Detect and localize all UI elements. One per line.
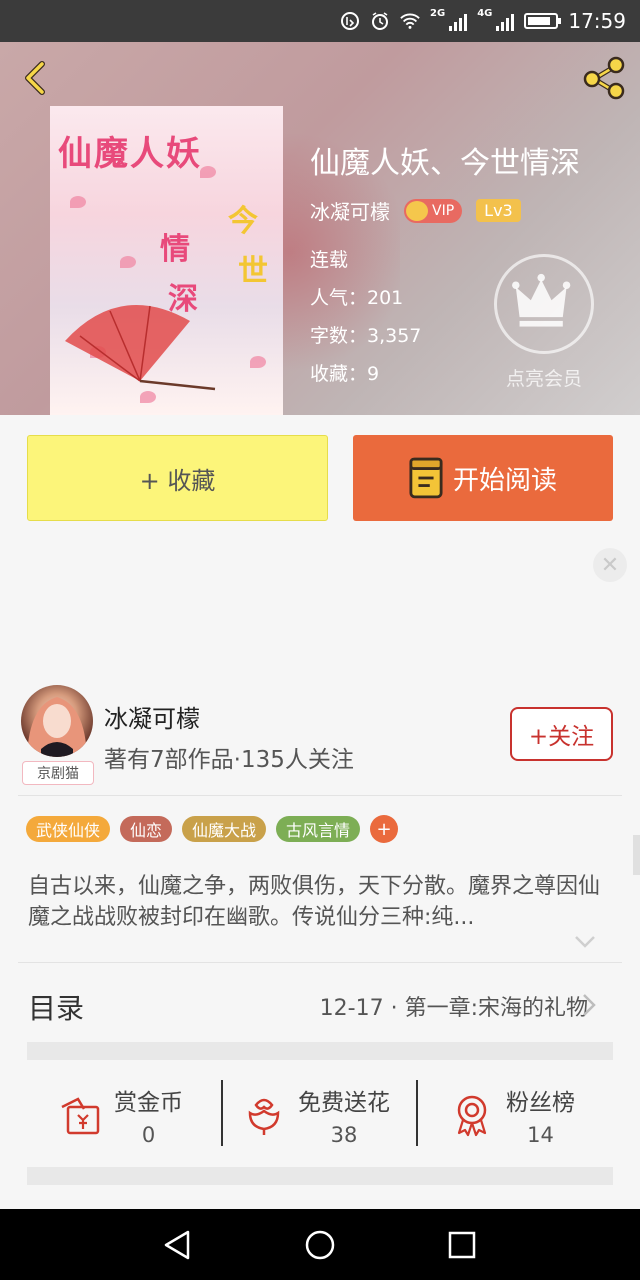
favorites-count: 收藏：9 [310, 363, 380, 385]
vip-badge: VIP [404, 198, 463, 223]
divider [416, 1080, 418, 1146]
popularity: 人气：201 [310, 287, 404, 309]
genre-tag[interactable]: 仙恋 [120, 816, 173, 842]
genre-tag[interactable]: 武侠仙侠 [26, 816, 111, 842]
stat-value: 0 [141, 1123, 156, 1147]
serial-status: 连载 [310, 249, 349, 271]
divider [18, 962, 622, 963]
toc-label[interactable]: 目录 [28, 987, 84, 1027]
section-separator [27, 1167, 613, 1185]
genre-tags: 武侠仙侠 仙恋 仙魔大战 古风言情 + [26, 815, 399, 843]
nav-recents-icon[interactable] [448, 1231, 476, 1259]
cover-char: 今 [228, 204, 258, 239]
nav-home-icon[interactable] [304, 1229, 336, 1261]
stat-value: 14 [527, 1123, 554, 1147]
share-icon[interactable] [580, 54, 628, 102]
author-stats: 著有7部作品·135人关注 [104, 747, 354, 773]
section-separator [27, 1042, 613, 1060]
reward-coin-button[interactable]: 赏金币 0 [58, 1080, 183, 1150]
signal-icon-2 [496, 11, 515, 31]
wifi-icon [400, 13, 420, 29]
chevron-right-icon[interactable] [582, 993, 596, 1017]
signal-icon [449, 11, 468, 31]
author-badge: 京剧猫 [22, 761, 94, 785]
book-detail-content: + 收藏 开始阅读 ✕ 京剧猫 冰凝可檬 著有7部作品·135人关注 +关注 武… [0, 415, 640, 1209]
back-icon[interactable] [16, 58, 56, 98]
member-label: 点亮会员 [505, 368, 582, 390]
book-cover[interactable]: 仙魔人妖 今 世 情 深 [50, 106, 283, 415]
collect-button[interactable]: + 收藏 [27, 435, 328, 521]
book-title: 仙魔人妖、今世情深 [310, 146, 580, 181]
network-type-label-2: 4G [477, 8, 493, 19]
synopsis[interactable]: 自古以来，仙魔之争，两败俱伤，天下分散。魔界之尊因仙魔之战战败被封印在幽歌。传说… [28, 871, 612, 933]
close-icon[interactable]: ✕ [593, 548, 627, 582]
divider [18, 795, 622, 796]
stat-label: 免费送花 [298, 1090, 390, 1116]
cover-title: 仙魔人妖 [58, 134, 202, 174]
author-name[interactable]: 冰凝可檬 [104, 699, 200, 734]
genre-tag[interactable]: 仙魔大战 [182, 816, 267, 842]
vip-crown-icon [406, 200, 428, 221]
battery-icon [524, 13, 562, 29]
cover-char: 世 [238, 254, 268, 289]
author-avatar[interactable] [21, 685, 93, 757]
clock-time: 17:59 [568, 9, 626, 33]
flower-icon [248, 1098, 280, 1135]
crown-icon [512, 273, 571, 327]
system-navigation-bar [0, 1209, 640, 1280]
scrollbar[interactable] [633, 835, 640, 875]
stat-value: 38 [330, 1123, 358, 1147]
cover-char: 情 [160, 232, 190, 267]
alarm-icon [372, 12, 389, 30]
start-reading-label: 开始阅读 [452, 465, 557, 496]
status-bar: 2G 4G 17:59 [0, 0, 640, 42]
vip-label: VIP [432, 202, 455, 219]
start-reading-button[interactable]: 开始阅读 [353, 435, 613, 521]
level-badge: Lv3 [476, 199, 521, 222]
book-icon [409, 457, 443, 499]
divider [221, 1080, 223, 1146]
book-author-row: 冰凝可檬 VIP Lv3 [310, 196, 521, 225]
fan-ranking-button[interactable]: 粉丝榜 14 [450, 1080, 575, 1150]
umbrella-illustration [65, 305, 216, 391]
book-header: 仙魔人妖 今 世 情 深 仙魔人妖、今世情深 冰凝可檬 VIP Lv3 连载 人… [0, 42, 640, 415]
follow-button[interactable]: +关注 [510, 707, 613, 761]
stat-label: 赏金币 [114, 1090, 183, 1116]
latest-chapter[interactable]: 12-17 · 第一章:宋海的礼物 [320, 990, 588, 1022]
network-type-label: 2G [430, 8, 446, 19]
member-button[interactable] [494, 254, 594, 354]
send-flower-button[interactable]: 免费送花 38 [242, 1080, 390, 1150]
genre-tag[interactable]: 古风言情 [276, 816, 361, 842]
word-count: 字数：3,357 [310, 325, 422, 347]
chevron-down-icon[interactable] [574, 935, 596, 949]
nav-back-icon[interactable] [162, 1229, 192, 1261]
red-envelope-icon [61, 1097, 100, 1135]
stat-label: 粉丝榜 [506, 1090, 575, 1116]
more-tags-button[interactable]: + [370, 815, 399, 843]
medal-icon [457, 1095, 487, 1137]
data-saver-icon [341, 12, 360, 30]
book-author[interactable]: 冰凝可檬 [310, 196, 390, 225]
